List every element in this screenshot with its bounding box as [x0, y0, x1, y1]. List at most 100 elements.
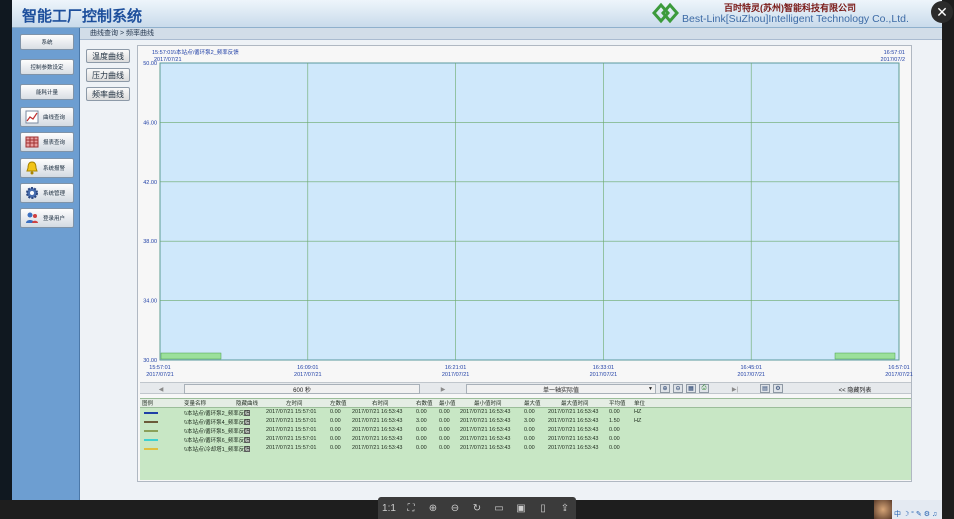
legend-row[interactable]: \\本站点\循环泵2_频率反馈 2017/07/21 15:57:01 0.00 20…: [140, 409, 911, 418]
x-tick-time: 15:57:01: [149, 365, 170, 371]
sidebar: 系统 控制参数设定 能耗计量 曲线查询 报表查询 系统报警 系统管理 登录用户: [12, 28, 80, 500]
hide-list-button[interactable]: << 隐藏列表: [800, 384, 910, 394]
legend-cell-left-time: 2017/07/21 15:57:01: [266, 418, 317, 424]
zoom-out-icon[interactable]: ⊖: [448, 503, 462, 514]
sidebar-item-label: 控制参数设定: [30, 65, 64, 71]
legend-swatch: [144, 430, 158, 432]
axis-mode-select[interactable]: 单一轴实际值 ▼: [466, 384, 656, 394]
line-chart-icon: [25, 110, 39, 124]
legend-cell-unit: HZ: [634, 409, 642, 415]
legend-cell-min-time: 2017/07/21 16:53:43: [460, 427, 511, 433]
legend-cell-left-val: 0.00: [330, 427, 341, 433]
pressure-curve-button[interactable]: 压力曲线: [86, 68, 130, 82]
x-tick-date: 2017/07/21: [737, 372, 765, 378]
scroll-right-icon[interactable]: ▶: [438, 384, 448, 394]
col-header: 左时间: [286, 401, 303, 407]
close-icon[interactable]: ✕: [931, 1, 953, 23]
calendar-icon[interactable]: ▤: [760, 384, 770, 393]
legend-cell-unit: HZ: [634, 418, 642, 424]
legend-cell-right-time: 2017/07/21 16:53:43: [352, 445, 403, 451]
legend-cell-right-val: 0.00: [416, 427, 427, 433]
y-tick-label: 42.00: [143, 180, 157, 186]
trend-chart[interactable]: 50.0046.0042.0038.0034.0030.00 15:57:012…: [138, 46, 913, 382]
hmi-screen: 智能工厂控制系统 百时特灵(苏州)智能科技有限公司 Best-Link[SuZh…: [12, 0, 942, 519]
plot-area: [159, 62, 900, 361]
chart-right-time: 16:57:01: [884, 50, 905, 56]
share-icon[interactable]: ⇪: [558, 503, 572, 514]
legend-cell-right-val: 0.00: [416, 409, 427, 415]
legend-cell-min: 0.00: [439, 427, 450, 433]
chart-left-date: 2017/07/21: [154, 57, 182, 63]
save-icon[interactable]: ▭: [492, 503, 506, 514]
legend-row[interactable]: \\本站点\循环泵6_频率反馈 2017/07/21 15:57:01 0.00 20…: [140, 436, 911, 445]
sidebar-item-curve-query[interactable]: 曲线查询: [20, 107, 74, 127]
legend-swatch: [144, 412, 158, 414]
copy-icon[interactable]: ▯: [536, 503, 550, 514]
col-header: 最小值时间: [474, 401, 502, 407]
legend-row[interactable]: \\本站点\冷却塔1_频率反馈 2017/07/21 15:57:01 0.00 20…: [140, 445, 911, 454]
legend-swatch: [144, 421, 158, 423]
table-report-icon: [25, 136, 39, 148]
button-label: 压力曲线: [92, 70, 124, 80]
sidebar-item-report-query[interactable]: 报表查询: [20, 132, 74, 152]
time-span-field[interactable]: 600 秒: [184, 384, 420, 394]
desktop-left-strip: [0, 0, 12, 519]
legend-row[interactable]: \\本站点\循环泵5_频率反馈 2017/07/21 15:57:01 0.00 20…: [140, 427, 911, 436]
zoom-in-icon[interactable]: ⊕: [660, 384, 670, 393]
sidebar-item-energy[interactable]: 能耗计量: [20, 84, 74, 100]
legend-cell-avg: 0.00: [609, 436, 620, 442]
actual-size-icon[interactable]: 1:1: [382, 503, 396, 514]
settings-icon[interactable]: ⚙: [773, 384, 783, 393]
sidebar-item-label: 能耗计量: [35, 90, 58, 96]
print-icon[interactable]: ⎙: [699, 384, 709, 393]
legend-cell-avg: 0.00: [609, 409, 620, 415]
legend-cell-right-time: 2017/07/21 16:53:43: [352, 418, 403, 424]
col-header: 单位: [634, 401, 646, 407]
col-header: 右数值: [416, 401, 433, 407]
x-tick-date: 2017/07/21: [885, 372, 913, 378]
legend-cell-right-time: 2017/07/21 16:53:43: [352, 436, 403, 442]
legend-row[interactable]: \\本站点\循环泵4_频率反馈 2017/07/21 15:57:01 0.00 20…: [140, 418, 911, 427]
legend-cell-max: 0.00: [524, 409, 535, 415]
app-title: 智能工厂控制系统: [22, 8, 143, 25]
fit-window-icon[interactable]: ⛶: [404, 503, 418, 514]
sidebar-item-login-user[interactable]: 登录用户: [20, 208, 74, 228]
zoom-in-icon[interactable]: ⊕: [426, 503, 440, 514]
sidebar-item-alarm[interactable]: 系统报警: [20, 158, 74, 178]
sidebar-item-system[interactable]: 系统: [20, 34, 74, 50]
right-range-marker: [834, 352, 896, 360]
x-tick-time: 16:09:01: [297, 365, 318, 371]
x-tick-date: 2017/07/21: [294, 372, 322, 378]
legend-cell-max-time: 2017/07/21 16:53:43: [548, 409, 599, 415]
legend-cell-right-val: 3.00: [416, 418, 427, 424]
sidebar-item-system-management[interactable]: 系统管理: [20, 183, 74, 203]
legend-swatch: [144, 448, 158, 450]
app-header: 智能工厂控制系统 百时特灵(苏州)智能科技有限公司 Best-Link[SuZh…: [12, 0, 942, 28]
time-span-value: 600 秒: [293, 387, 311, 394]
legend-cell-min: 0.00: [439, 409, 450, 415]
legend-cell-min: 0.00: [439, 436, 450, 442]
legend-cell-min: 0.00: [439, 418, 450, 424]
sidebar-item-label: 系统报警: [43, 166, 66, 172]
jump-end-icon[interactable]: ▶|: [730, 384, 740, 394]
legend-cell-right-val: 0.00: [416, 445, 427, 451]
bookmark-icon[interactable]: ▣: [514, 503, 528, 514]
col-header: 隐藏曲线: [236, 401, 259, 407]
zoom-out-icon[interactable]: ⊖: [673, 384, 683, 393]
sidebar-item-label: 登录用户: [43, 216, 66, 222]
axis-mode-value: 单一轴实际值: [542, 387, 579, 394]
temperature-curve-button[interactable]: 温度曲线: [86, 49, 130, 63]
legend-cell-max: 0.00: [524, 445, 535, 451]
main-content: 曲线查询 > 频率曲线 温度曲线 压力曲线 频率曲线 50.00 46.00 42.…: [80, 28, 942, 500]
alarm-bell-icon: [26, 161, 38, 175]
button-label: 频率曲线: [92, 89, 124, 99]
sidebar-item-control-params[interactable]: 控制参数设定: [20, 59, 74, 75]
legend-cell-avg: 0.00: [609, 427, 620, 433]
scroll-left-icon[interactable]: ◀: [156, 384, 166, 394]
legend-cell-max-time: 2017/07/21 16:53:43: [548, 427, 599, 433]
grid-toggle-icon[interactable]: ▦: [686, 384, 696, 393]
gear-icon: [26, 187, 38, 199]
x-tick-date: 2017/07/21: [590, 372, 618, 378]
rotate-icon[interactable]: ↻: [470, 503, 484, 514]
frequency-curve-button[interactable]: 频率曲线: [86, 87, 130, 101]
